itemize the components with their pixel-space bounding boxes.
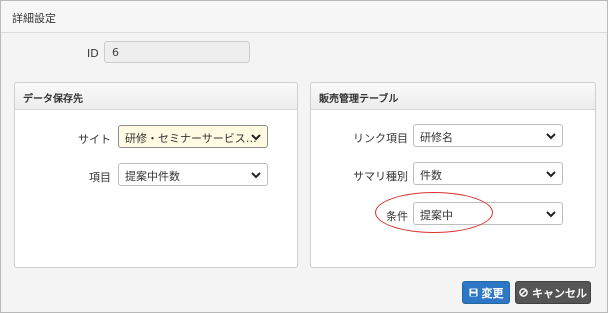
chevron-down-icon: [546, 133, 556, 140]
data-source-panel: データ保存先 サイト 研修・セミナーサービス… 項目 提案中件数: [14, 82, 298, 268]
sales-table-panel: 販売管理テーブル リンク項目 研修名 サマリ種別 件数 条件 提案中: [310, 82, 596, 268]
chevron-down-icon: [251, 134, 261, 141]
item-label: 項目: [89, 171, 111, 184]
item-select-value: 提案中件数: [125, 170, 180, 183]
dialog-title: 詳細設定: [12, 12, 56, 25]
id-field: 6: [104, 41, 250, 63]
summary-type-select[interactable]: 件数: [413, 162, 563, 185]
site-select[interactable]: 研修・セミナーサービス…: [118, 125, 268, 148]
chevron-down-icon: [546, 211, 556, 218]
site-label: サイト: [78, 133, 111, 146]
link-item-label: リンク項目: [353, 132, 408, 145]
id-label: ID: [87, 47, 99, 60]
site-select-value: 研修・セミナーサービス…: [125, 132, 257, 145]
chevron-down-icon: [251, 172, 261, 179]
sales-table-panel-title: 販売管理テーブル: [311, 83, 595, 110]
item-select[interactable]: 提案中件数: [118, 163, 268, 186]
condition-highlight-annotation: [375, 192, 493, 233]
cancel-button[interactable]: キャンセル: [515, 281, 591, 304]
chevron-down-icon: [546, 171, 556, 178]
link-item-select-value: 研修名: [420, 131, 453, 144]
summary-type-select-value: 件数: [420, 169, 442, 182]
data-source-panel-title: データ保存先: [15, 83, 297, 110]
cancel-icon: [519, 288, 528, 297]
save-icon: [468, 288, 478, 297]
detail-settings-dialog: 詳細設定 ID 6 データ保存先 サイト 研修・セミナーサービス… 項目 提案中…: [0, 0, 608, 313]
summary-type-label: サマリ種別: [353, 170, 408, 183]
change-button-label: 変更: [481, 286, 504, 300]
dialog-header: 詳細設定: [1, 1, 607, 33]
cancel-button-label: キャンセル: [532, 286, 587, 300]
change-button[interactable]: 変更: [462, 281, 510, 304]
link-item-select[interactable]: 研修名: [413, 124, 563, 147]
